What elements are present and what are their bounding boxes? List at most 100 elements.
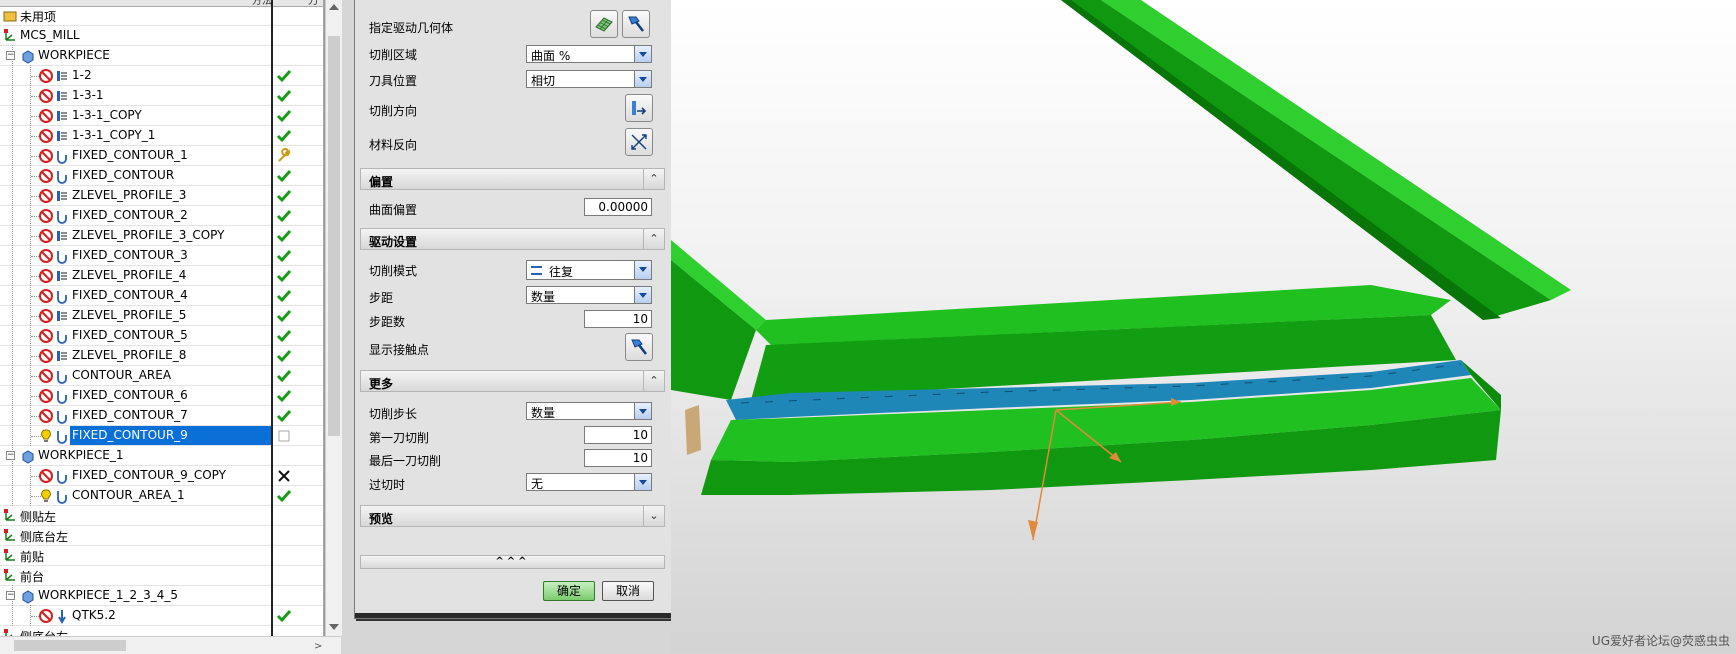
chevron-down-icon[interactable]: [634, 474, 651, 490]
chevron-up-icon[interactable]: ⌃: [643, 229, 664, 249]
workpiece-icon: [22, 590, 34, 604]
first-cut-input[interactable]: 10: [584, 426, 652, 444]
navigator-row-label: FIXED_CONTOUR_2: [72, 208, 188, 222]
stepover-dropdown[interactable]: 数量: [526, 286, 652, 304]
no-entry-icon: [39, 89, 53, 103]
surface-offset-input[interactable]: 0.00000: [584, 198, 652, 216]
zlevel-op-icon: [57, 91, 67, 101]
tool-position-dropdown[interactable]: 相切: [526, 70, 652, 88]
no-entry-icon: [39, 469, 53, 483]
navigator-row[interactable]: FIXED_CONTOUR_5: [0, 325, 324, 346]
navigator-horizontal-scrollbar[interactable]: >: [0, 636, 341, 654]
cut-step-dropdown[interactable]: 数量: [526, 402, 652, 420]
stepover-value: 数量: [531, 290, 556, 304]
navigator-row[interactable]: ZLEVEL_PROFILE_3_COPY: [0, 225, 324, 246]
navigator-vertical-scrollbar[interactable]: [325, 0, 342, 636]
navigator-row[interactable]: − WORKPIECE_1_2_3_4_5: [0, 585, 324, 606]
fixed-contour-op-icon: [57, 391, 67, 404]
navigator-row[interactable]: FIXED_CONTOUR_9_COPY: [0, 465, 324, 486]
preview-section-header[interactable]: 预览 ⌄: [360, 505, 665, 527]
navigator-row[interactable]: QTK5.2: [0, 605, 324, 626]
navigator-row[interactable]: 前贴: [0, 546, 324, 566]
overcut-dropdown[interactable]: 无: [526, 473, 652, 491]
collapse-toggle-icon[interactable]: −: [6, 591, 15, 600]
drive-settings-section-header[interactable]: 驱动设置 ⌃: [360, 228, 665, 250]
graphics-viewport[interactable]: UG爱好者论坛@荧惑虫虫: [671, 0, 1736, 653]
navigator-row-label: FIXED_CONTOUR_9: [72, 428, 188, 442]
material-reverse-button[interactable]: [625, 128, 653, 156]
navigator-row[interactable]: 1-3-1_COPY: [0, 105, 324, 126]
collapse-toggle-icon[interactable]: −: [6, 451, 15, 460]
navigator-row-label: FIXED_CONTOUR_1: [72, 148, 188, 162]
check-icon: [276, 250, 292, 263]
cut-region-dropdown[interactable]: 曲面 %: [526, 45, 652, 63]
num-steps-input[interactable]: 10: [584, 310, 652, 328]
navigator-row[interactable]: FIXED_CONTOUR_7: [0, 405, 324, 426]
mcs-axis-icon: [4, 549, 15, 561]
navigator-row[interactable]: 侧底台左: [0, 526, 324, 546]
chevron-down-icon[interactable]: [634, 287, 651, 303]
chevron-up-icon[interactable]: ⌃: [643, 371, 664, 391]
no-entry-icon: [39, 609, 53, 623]
collapse-options-bar[interactable]: ^^^: [360, 555, 665, 569]
cut-direction-button[interactable]: [625, 94, 653, 122]
navigator-row[interactable]: ZLEVEL_PROFILE_8: [0, 345, 324, 366]
check-icon: [276, 90, 292, 103]
collapse-toggle-icon[interactable]: −: [6, 51, 15, 60]
navigator-row-selected[interactable]: FIXED_CONTOUR_9: [0, 425, 324, 446]
part-model-view[interactable]: [671, 0, 1736, 653]
scrollbar-thumb[interactable]: [328, 36, 340, 436]
navigator-row[interactable]: 1-2: [0, 65, 324, 86]
navigator-row[interactable]: CONTOUR_AREA: [0, 365, 324, 386]
navigator-row[interactable]: FIXED_CONTOUR_1: [0, 145, 324, 166]
offset-section-header[interactable]: 偏置 ⌃: [360, 168, 665, 190]
navigator-row[interactable]: FIXED_CONTOUR: [0, 165, 324, 186]
tool-position-label: 刀具位置: [369, 74, 418, 88]
navigator-row[interactable]: MCS_MILL: [0, 26, 324, 46]
scrollbar-thumb[interactable]: [14, 640, 126, 651]
chevron-down-icon[interactable]: ⌄: [643, 506, 664, 526]
navigator-row[interactable]: 未用项: [0, 6, 324, 26]
navigator-row[interactable]: CONTOUR_AREA_1: [0, 485, 324, 506]
drill-op-icon: [58, 610, 66, 624]
navigator-row[interactable]: 侧贴左: [0, 506, 324, 526]
navigator-row-label: 未用项: [20, 10, 57, 24]
chevron-down-icon[interactable]: [634, 403, 651, 419]
tree-line: [12, 205, 13, 226]
navigator-row[interactable]: 1-3-1: [0, 85, 324, 106]
navigator-row[interactable]: ZLEVEL_PROFILE_4: [0, 265, 324, 286]
navigator-row-label: 1-3-1: [72, 88, 104, 102]
navigator-row[interactable]: − WORKPIECE: [0, 45, 324, 66]
tree-line: [12, 365, 13, 386]
no-entry-icon: [39, 129, 53, 143]
cancel-button[interactable]: 取消: [602, 581, 654, 601]
scroll-right-icon[interactable]: >: [314, 641, 322, 652]
chevron-down-icon[interactable]: [634, 46, 651, 62]
cut-mode-dropdown[interactable]: 往复: [526, 260, 652, 280]
last-cut-input[interactable]: 10: [584, 449, 652, 467]
display-drive-geometry-button[interactable]: [622, 10, 650, 38]
show-contact-points-button[interactable]: [625, 333, 653, 361]
select-drive-geometry-button[interactable]: [590, 10, 618, 38]
navigator-row[interactable]: FIXED_CONTOUR_6: [0, 385, 324, 406]
navigator-row[interactable]: FIXED_CONTOUR_4: [0, 285, 324, 306]
unused-folder-icon: [3, 11, 17, 22]
chevron-down-icon[interactable]: [634, 71, 651, 87]
navigator-row[interactable]: ZLEVEL_PROFILE_5: [0, 305, 324, 326]
cut-direction-label: 切削方向: [369, 104, 418, 118]
chevron-down-icon[interactable]: [634, 261, 651, 279]
last-cut-label: 最后一刀切削: [369, 454, 442, 468]
check-icon: [276, 310, 292, 323]
more-section-header[interactable]: 更多 ⌃: [360, 370, 665, 392]
ok-button[interactable]: 确定: [543, 581, 595, 601]
navigator-row-label: FIXED_CONTOUR_9_COPY: [72, 468, 226, 482]
navigator-row[interactable]: ZLEVEL_PROFILE_3: [0, 185, 324, 206]
chevron-up-icon[interactable]: ⌃: [643, 169, 664, 189]
scroll-up-icon[interactable]: [329, 4, 339, 10]
navigator-row[interactable]: − WORKPIECE_1: [0, 445, 324, 466]
navigator-row[interactable]: 前台: [0, 566, 324, 586]
scroll-down-icon[interactable]: [329, 624, 339, 630]
navigator-row[interactable]: FIXED_CONTOUR_3: [0, 245, 324, 266]
navigator-row[interactable]: 1-3-1_COPY_1: [0, 125, 324, 146]
navigator-row[interactable]: FIXED_CONTOUR_2: [0, 205, 324, 226]
